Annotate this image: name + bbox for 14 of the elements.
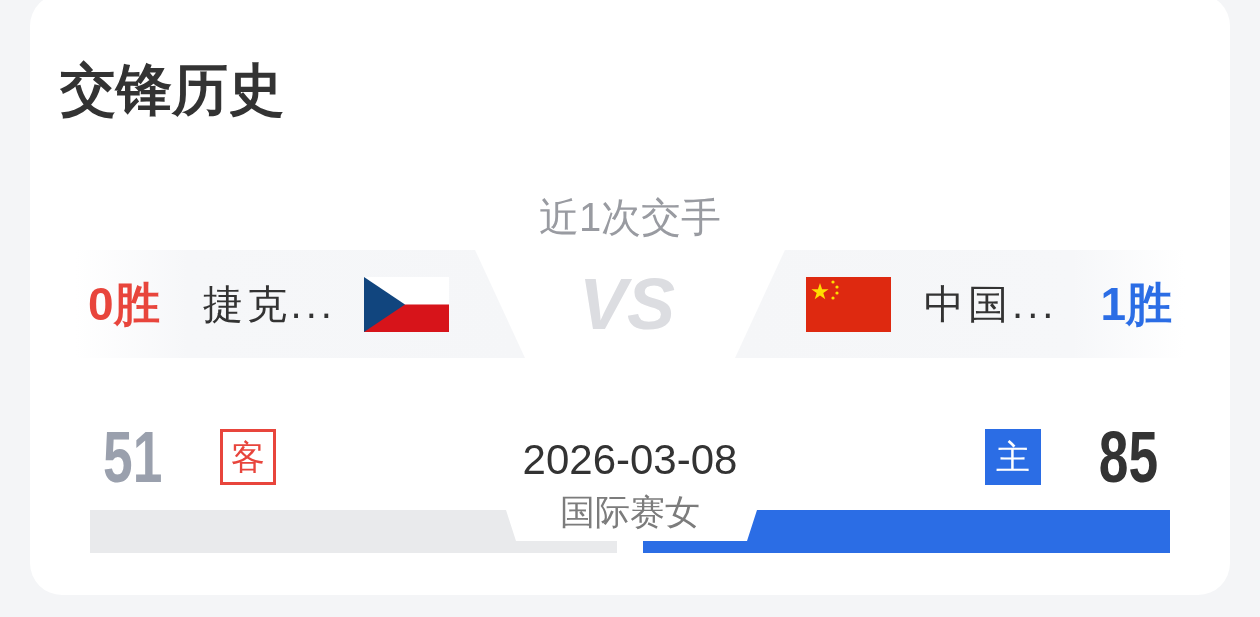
win-count: 1胜 bbox=[1100, 281, 1172, 327]
flag-icon bbox=[806, 276, 892, 332]
match-date: 2026-03-08 bbox=[522, 439, 738, 481]
section-title: 交锋历史 bbox=[60, 62, 284, 118]
team-name: 中国... bbox=[924, 284, 1058, 324]
venue-badge: 客 bbox=[220, 429, 277, 485]
competition-label: 国际赛女 bbox=[560, 494, 700, 529]
team-score: 85 bbox=[1098, 421, 1158, 493]
venue-badge: 主 bbox=[984, 429, 1041, 485]
match-count-label: 近1次交手 bbox=[538, 197, 722, 237]
win-count: 0胜 bbox=[88, 281, 160, 327]
team-score: 51 bbox=[103, 421, 163, 493]
flag-icon bbox=[363, 276, 449, 332]
team-name: 捷克... bbox=[202, 284, 336, 324]
